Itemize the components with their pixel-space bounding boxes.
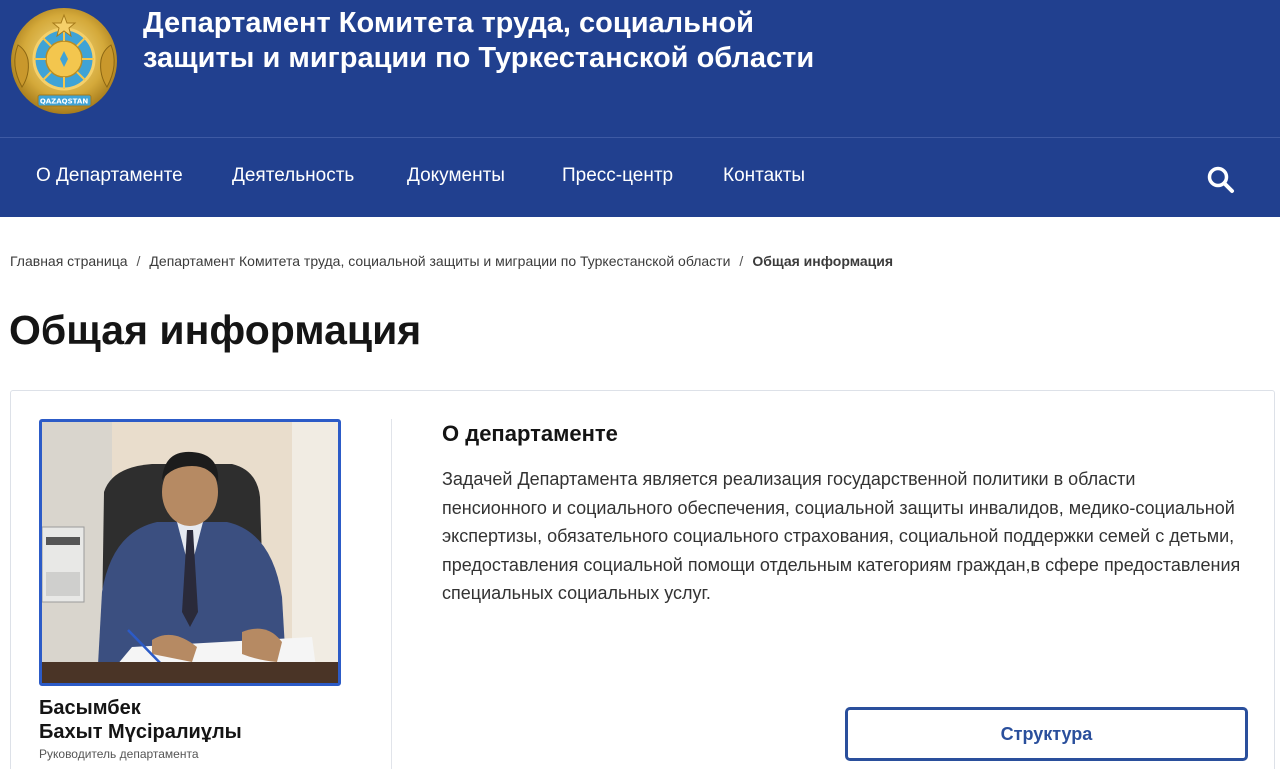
search-icon bbox=[1207, 166, 1234, 193]
nav-item-contacts[interactable]: Контакты bbox=[723, 164, 805, 188]
nav-item-about[interactable]: О Департаменте bbox=[36, 164, 183, 188]
about-text: Задачей Департамента является реализация… bbox=[442, 469, 1241, 604]
nav-item-activity[interactable]: Деятельность bbox=[232, 164, 354, 188]
department-head-given-name: Бахыт Мүсіралиұлы bbox=[39, 721, 242, 743]
breadcrumb-current: Общая информация bbox=[752, 253, 894, 269]
state-emblem-logo[interactable]: QAZAQSTAN bbox=[8, 5, 121, 120]
info-card: Басымбек Бахыт Мүсіралиұлы Руководитель … bbox=[10, 390, 1275, 769]
site-title-line-2: защиты и миграции по Туркестанской облас… bbox=[143, 42, 815, 74]
department-head-name: Басымбек Бахыт Мүсіралиұлы bbox=[39, 696, 359, 744]
department-head-role: Руководитель департамента bbox=[39, 747, 199, 761]
site-header: QAZAQSTAN Департамент Комитета труда, со… bbox=[0, 0, 1280, 217]
breadcrumb-parent-link[interactable]: Департамент Комитета труда, социальной з… bbox=[149, 253, 730, 269]
page-title: Общая информация bbox=[9, 307, 422, 353]
site-title-line-1: Департамент Комитета труда, социальной bbox=[143, 7, 754, 39]
breadcrumb-separator: / bbox=[739, 253, 744, 269]
site-title[interactable]: Департамент Комитета труда, социальной з… bbox=[143, 6, 903, 76]
header-top: QAZAQSTAN Департамент Комитета труда, со… bbox=[0, 0, 1280, 138]
breadcrumb-home-link[interactable]: Главная страница bbox=[10, 253, 128, 269]
breadcrumb-separator: / bbox=[136, 253, 141, 269]
department-head-photo bbox=[39, 419, 341, 686]
main-nav: О Департаменте Деятельность Документы Пр… bbox=[0, 139, 1280, 217]
nav-item-press-center[interactable]: Пресс-центр bbox=[562, 164, 673, 188]
search-button[interactable] bbox=[1206, 165, 1236, 195]
breadcrumb: Главная страница / Департамент Комитета тр… bbox=[10, 253, 893, 270]
department-head-surname: Басымбек bbox=[39, 697, 141, 719]
card-divider bbox=[391, 419, 392, 769]
about-title: О департаменте bbox=[442, 421, 618, 446]
structure-button[interactable]: Структура bbox=[845, 707, 1248, 761]
emblem-text: QAZAQSTAN bbox=[40, 98, 89, 106]
nav-item-documents[interactable]: Документы bbox=[407, 164, 505, 188]
